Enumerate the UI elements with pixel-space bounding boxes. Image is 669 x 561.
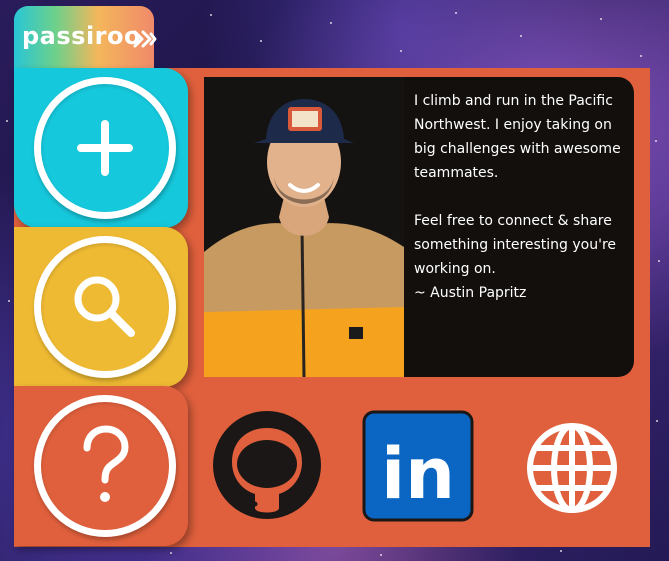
- magnifier-icon: [34, 236, 176, 378]
- linkedin-icon: in: [362, 410, 474, 522]
- linkedin-label: in: [381, 433, 455, 515]
- search-button[interactable]: [14, 227, 188, 387]
- plus-icon: [34, 77, 176, 219]
- help-button[interactable]: [14, 386, 188, 546]
- bio-paragraph: Feel free to connect & share something i…: [414, 213, 617, 277]
- github-link[interactable]: [210, 408, 324, 523]
- sound-wave-icon: [132, 28, 158, 54]
- add-button[interactable]: [14, 68, 188, 228]
- bio-paragraph: I climb and run in the Pacific Northwest…: [414, 93, 621, 181]
- linkedin-link[interactable]: in: [362, 410, 474, 522]
- github-icon: [213, 411, 321, 519]
- profile-card: I climb and run in the Pacific Northwest…: [204, 77, 634, 377]
- brand-name: passiroo: [22, 22, 141, 50]
- website-link[interactable]: [522, 418, 622, 518]
- profile-photo: [204, 77, 404, 377]
- globe-icon: [527, 423, 617, 513]
- profile-bio: I climb and run in the Pacific Northwest…: [414, 89, 626, 305]
- question-mark-icon: [34, 395, 176, 537]
- brand-logo[interactable]: passiroo: [14, 6, 157, 68]
- bio-signature: ~ Austin Papritz: [414, 285, 527, 301]
